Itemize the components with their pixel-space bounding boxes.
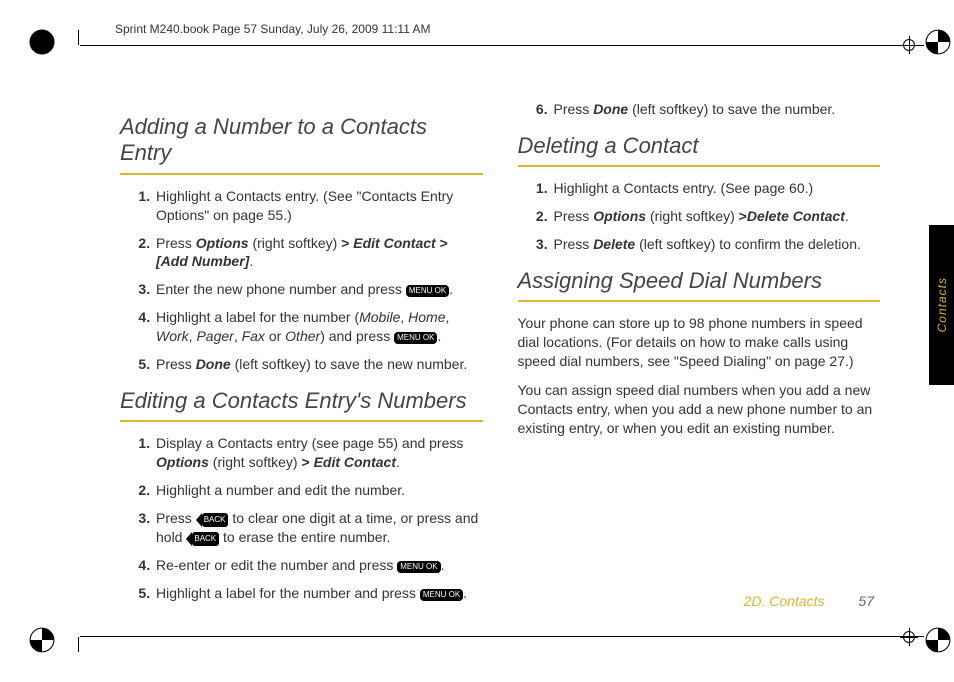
page-footer: 2D. Contacts 57: [744, 593, 874, 609]
list-item: Highlight a number and edit the number.: [154, 481, 483, 500]
list-item: Press Delete (left softkey) to confirm t…: [552, 235, 881, 254]
list-deleting: Highlight a Contacts entry. (See page 60…: [552, 179, 881, 254]
list-item: Highlight a label for the number (Mobile…: [154, 308, 483, 346]
registration-mark-icon: [28, 28, 56, 56]
section-tab-label: Contacts: [935, 277, 949, 332]
frame-header: Sprint M240.book Page 57 Sunday, July 26…: [115, 22, 431, 36]
back-key-icon: BACK: [202, 513, 229, 527]
registration-mark-icon: [924, 626, 952, 654]
menu-ok-key-icon: MENU OK: [420, 589, 463, 601]
heading-speed-dial: Assigning Speed Dial Numbers: [518, 268, 881, 302]
list-item: Display a Contacts entry (see page 55) a…: [154, 434, 483, 472]
list-item: Press Done (left softkey) to save the nu…: [552, 100, 881, 119]
registration-mark-icon: [924, 28, 952, 56]
registration-mark-icon: [28, 626, 56, 654]
crop-mark: [78, 30, 79, 45]
section-tab: Contacts: [929, 225, 954, 385]
heading-deleting-contact: Deleting a Contact: [518, 133, 881, 167]
list-item: Highlight a Contacts entry. (See "Contac…: [154, 187, 483, 225]
footer-page-number: 57: [858, 593, 874, 609]
heading-adding-number: Adding a Number to a Contacts Entry: [120, 114, 483, 175]
menu-ok-key-icon: MENU OK: [397, 561, 440, 573]
crop-mark: [78, 637, 79, 652]
crop-mark: [80, 636, 924, 637]
crosshair-icon: [900, 628, 918, 646]
menu-ok-key-icon: MENU OK: [394, 332, 437, 344]
back-key-icon: BACK: [192, 532, 219, 546]
menu-ok-key-icon: MENU OK: [406, 285, 449, 297]
list-item: Press Options (right softkey) > Edit Con…: [154, 234, 483, 272]
list-item: Press Done (left softkey) to save the ne…: [154, 355, 483, 374]
heading-editing-numbers: Editing a Contacts Entry's Numbers: [120, 388, 483, 422]
list-item: Press Options (right softkey) >Delete Co…: [552, 207, 881, 226]
list-item: Highlight a label for the number and pre…: [154, 584, 483, 603]
crop-mark: [80, 45, 924, 46]
page-content: Adding a Number to a Contacts Entry High…: [120, 100, 880, 610]
list-item: Re-enter or edit the number and press ME…: [154, 556, 483, 575]
list-adding: Highlight a Contacts entry. (See "Contac…: [154, 187, 483, 374]
list-item: Enter the new phone number and press MEN…: [154, 280, 483, 299]
list-item: Press BACK to clear one digit at a time,…: [154, 509, 483, 547]
body-text: Your phone can store up to 98 phone numb…: [518, 314, 881, 371]
list-item: Highlight a Contacts entry. (See page 60…: [552, 179, 881, 198]
body-text: You can assign speed dial numbers when y…: [518, 381, 881, 438]
footer-section-title: 2D. Contacts: [744, 593, 825, 609]
